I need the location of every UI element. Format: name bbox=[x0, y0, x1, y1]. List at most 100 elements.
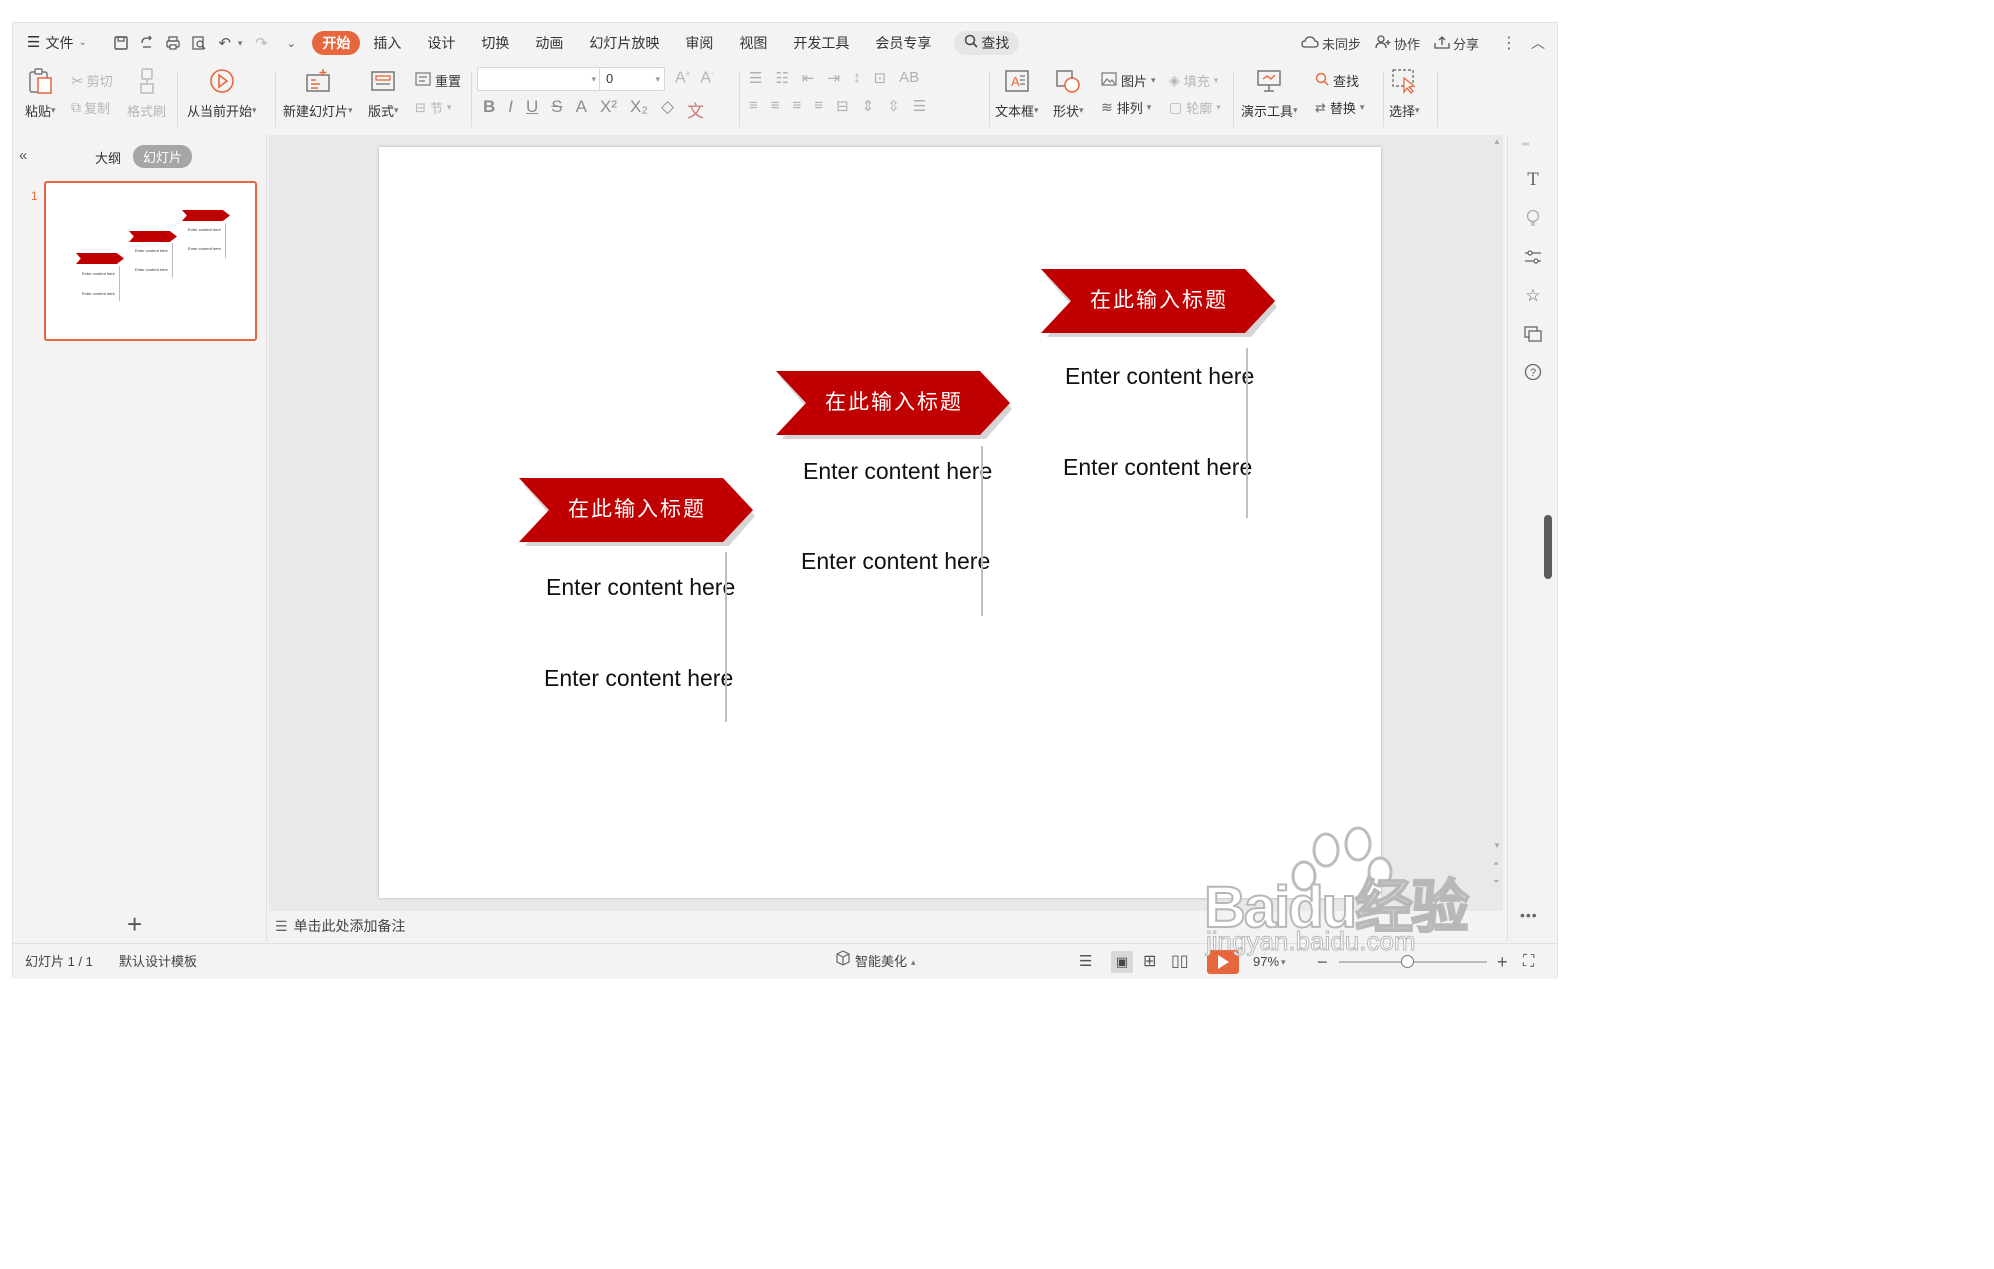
text-format-icons: B I U S A X² X₂ ◇ 文 bbox=[483, 97, 704, 122]
content-text[interactable]: Enter content here bbox=[1065, 361, 1255, 391]
mini-text: Enter content here bbox=[82, 291, 115, 296]
underline-icon: U bbox=[526, 97, 539, 116]
mini-banner bbox=[182, 210, 230, 221]
font-grow-shrink: A+ A- bbox=[675, 69, 714, 87]
font-name-combo[interactable]: ▾ bbox=[477, 67, 601, 91]
tab-design[interactable]: 设计 bbox=[414, 31, 468, 55]
collapse-ribbon-icon[interactable]: ︿ bbox=[1531, 33, 1545, 53]
play-from-current-button[interactable]: 从当前开始 ▾ bbox=[187, 67, 257, 120]
divider-line bbox=[725, 552, 727, 722]
content-text[interactable]: Enter content here bbox=[544, 663, 734, 693]
prev-slide-icon[interactable]: ⏶ bbox=[1493, 859, 1499, 869]
slide-canvas[interactable]: 在此输入标题 Enter content here Enter content … bbox=[379, 147, 1381, 898]
tab-view[interactable]: 视图 bbox=[726, 31, 780, 55]
content-text[interactable]: Enter content here bbox=[546, 572, 736, 602]
notes-bar[interactable]: ☰ 单击此处添加备注 bbox=[269, 911, 1503, 941]
hamburger-icon: ☰ bbox=[27, 34, 41, 51]
zoom-level[interactable]: 97% ▾ bbox=[1253, 944, 1286, 980]
next-slide-icon[interactable]: ⏷ bbox=[1493, 877, 1499, 887]
replace-button[interactable]: ⇄ 替换 ▾ bbox=[1315, 98, 1364, 117]
vertical-scrollbar[interactable]: ▲ ▼ ⏶ ⏷ bbox=[1491, 135, 1503, 911]
clear-format-icon: ◇ bbox=[660, 97, 675, 116]
tab-developer[interactable]: 开发工具 bbox=[780, 31, 862, 55]
increase-indent-icon: ⇥ bbox=[827, 70, 841, 87]
text-style-icon[interactable]: T bbox=[1522, 169, 1544, 191]
settings-sliders-icon[interactable] bbox=[1522, 246, 1544, 268]
star-icon[interactable]: ☆ bbox=[1522, 285, 1544, 307]
help-icon[interactable]: ? bbox=[1522, 361, 1544, 383]
column-title: 在此输入标题 bbox=[825, 390, 963, 414]
customize-qa-icon[interactable]: ⌄ bbox=[280, 32, 302, 54]
slideshow-play-button[interactable] bbox=[1207, 944, 1239, 980]
tab-slideshow[interactable]: 幻灯片放映 bbox=[576, 31, 672, 55]
tab-review[interactable]: 审阅 bbox=[672, 31, 726, 55]
sync-label: 未同步 bbox=[1321, 36, 1361, 52]
tab-home[interactable]: 开始 bbox=[312, 31, 361, 55]
add-slide-button[interactable]: + bbox=[127, 909, 142, 940]
collab-button[interactable]: 协作 bbox=[1375, 34, 1420, 53]
title-banner[interactable]: 在此输入标题 bbox=[1041, 269, 1277, 337]
layout-button[interactable]: 版式 ▾ bbox=[368, 67, 399, 120]
slide-transition-icon[interactable] bbox=[1522, 323, 1544, 345]
side-scroll-handle[interactable] bbox=[1544, 515, 1552, 579]
lightbulb-icon[interactable] bbox=[1522, 207, 1544, 229]
template-name[interactable]: 默认设计模板 bbox=[119, 944, 197, 980]
content-text[interactable]: Enter content here bbox=[803, 456, 993, 486]
tab-transitions[interactable]: 切换 bbox=[468, 31, 522, 55]
notes-toggle-icon[interactable]: ☰ bbox=[1079, 944, 1092, 980]
decrease-font-icon: A- bbox=[700, 69, 714, 87]
file-menu[interactable]: ☰ 文件 ⌄ bbox=[13, 31, 100, 55]
export-icon[interactable] bbox=[136, 32, 158, 54]
sync-button[interactable]: 未同步 bbox=[1301, 34, 1361, 53]
beautify-button[interactable]: 智能美化 ▴ bbox=[835, 944, 916, 980]
undo-dropdown-icon[interactable]: ▾ bbox=[238, 38, 243, 49]
file-menu-label: 文件 bbox=[45, 35, 74, 51]
print-icon[interactable] bbox=[162, 32, 184, 54]
column-title: 在此输入标题 bbox=[568, 497, 706, 521]
collapse-panel-icon[interactable]: « bbox=[19, 147, 27, 164]
zoom-out-icon[interactable]: − bbox=[1317, 944, 1328, 980]
picture-button[interactable]: 图片 ▾ bbox=[1101, 71, 1156, 90]
reset-button[interactable]: 重置 bbox=[415, 71, 461, 90]
search-tab[interactable]: 查找 bbox=[954, 31, 1020, 55]
subscript-icon: X₂ bbox=[629, 97, 648, 116]
content-text[interactable]: Enter content here bbox=[1063, 452, 1253, 482]
reading-view-icon[interactable]: ▯▯ bbox=[1171, 944, 1189, 980]
title-banner[interactable]: 在此输入标题 bbox=[776, 371, 1012, 439]
outline-icon: ▢ bbox=[1169, 99, 1183, 115]
slide-thumbnail[interactable]: Enter content here Enter content here En… bbox=[44, 181, 257, 341]
find-button[interactable]: 查找 bbox=[1315, 71, 1359, 90]
new-slide-button[interactable]: 新建幻灯片 ▾ bbox=[283, 67, 353, 120]
arrange-button[interactable]: ≋ 排列 ▾ bbox=[1101, 98, 1151, 117]
share-button[interactable]: 分享 bbox=[1434, 34, 1479, 53]
font-size-combo[interactable]: 0 ▾ bbox=[599, 67, 665, 91]
normal-view-icon[interactable]: ▣ bbox=[1111, 944, 1133, 980]
scroll-up-icon[interactable]: ▲ bbox=[1493, 137, 1501, 146]
select-button[interactable]: 选择 ▾ bbox=[1389, 67, 1420, 120]
grid-view-icon[interactable]: ⊞ bbox=[1143, 944, 1156, 980]
content-text[interactable]: Enter content here bbox=[801, 546, 991, 576]
fit-window-icon[interactable]: ⛶ bbox=[1523, 944, 1534, 980]
tab-slides[interactable]: 幻灯片 bbox=[133, 145, 193, 168]
divider-line bbox=[981, 446, 983, 616]
more-tools-icon[interactable]: ••• bbox=[1520, 907, 1538, 923]
more-options-icon[interactable]: ⋮ bbox=[1501, 33, 1517, 53]
zoom-slider-thumb[interactable] bbox=[1401, 955, 1414, 968]
title-banner[interactable]: 在此输入标题 bbox=[519, 478, 755, 546]
tab-member[interactable]: 会员专享 bbox=[862, 31, 944, 55]
paste-button[interactable]: 粘贴 ▾ bbox=[25, 67, 56, 120]
zoom-in-icon[interactable]: + bbox=[1497, 944, 1508, 980]
fill-bucket-icon: ◈ bbox=[1169, 72, 1180, 88]
tab-animations[interactable]: 动画 bbox=[522, 31, 576, 55]
scroll-down-icon[interactable]: ▼ bbox=[1493, 841, 1501, 850]
undo-icon[interactable]: ↶ bbox=[214, 32, 236, 54]
text-box-button[interactable]: A 文本框 ▾ bbox=[995, 67, 1039, 120]
shape-button[interactable]: 形状 ▾ bbox=[1053, 67, 1084, 120]
zoom-slider[interactable] bbox=[1339, 955, 1487, 968]
presentation-tools-button[interactable]: 演示工具 ▾ bbox=[1241, 67, 1298, 120]
presentation-tools-icon bbox=[1255, 67, 1283, 95]
print-preview-icon[interactable] bbox=[188, 32, 210, 54]
tab-outline[interactable]: 大纲 bbox=[95, 148, 121, 167]
tab-insert[interactable]: 插入 bbox=[360, 31, 414, 55]
save-icon[interactable] bbox=[110, 32, 132, 54]
